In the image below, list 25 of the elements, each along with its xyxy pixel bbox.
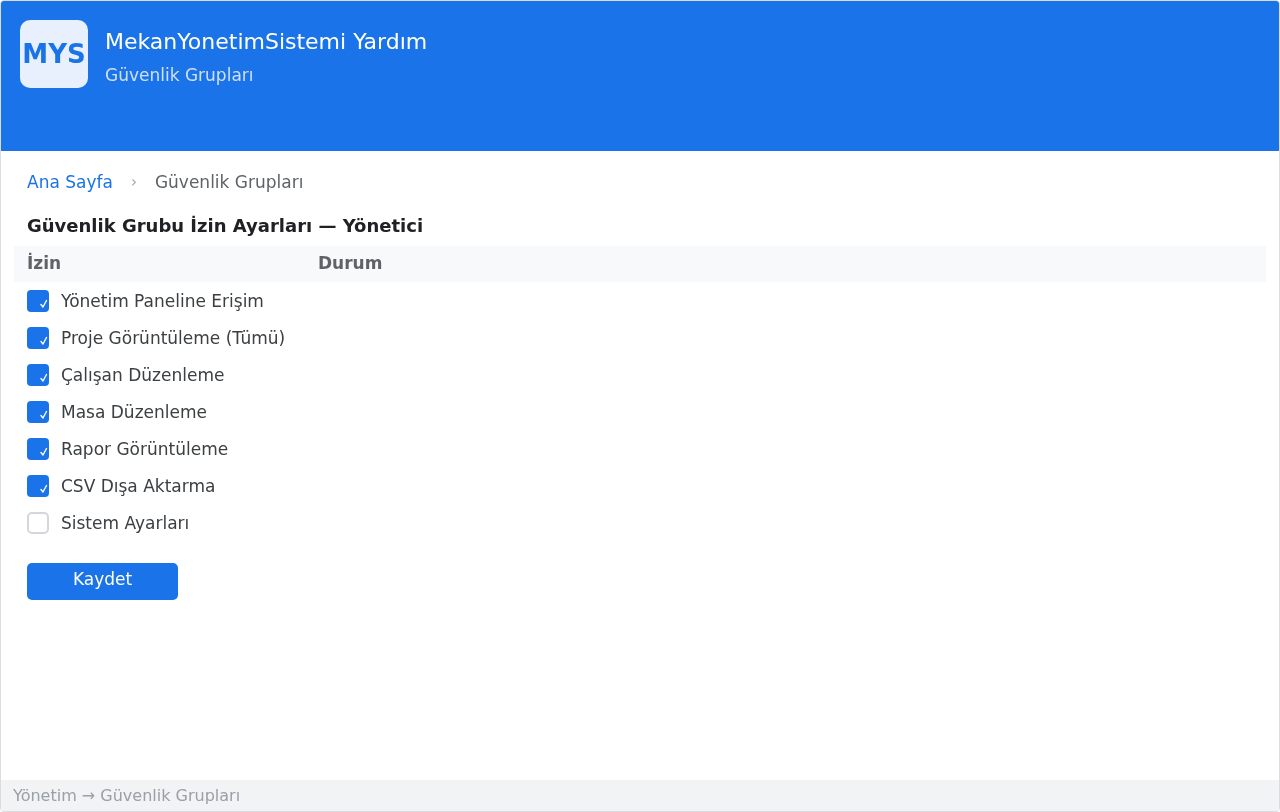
checkbox[interactable]: [27, 511, 49, 534]
permission-label: Proje Görüntüleme (Tümü): [61, 326, 286, 350]
status-text: Yönetim → Güvenlik Grupları: [13, 785, 241, 806]
column-header: İzin: [26, 251, 63, 276]
column-header: Durum: [318, 252, 383, 276]
permission-label: Masa Düzenleme: [61, 400, 207, 424]
checked-checkbox[interactable]: [27, 474, 49, 497]
checked-checkbox[interactable]: [27, 400, 49, 423]
page-subtitle: Güvenlik Grupları: [105, 64, 255, 87]
checked-checkbox[interactable]: [27, 289, 49, 312]
save-button[interactable]: Kaydet: [27, 563, 178, 600]
permission-label: Çalışan Düzenleme: [61, 363, 225, 387]
breadcrumb-separator: ›: [130, 172, 137, 193]
section-heading: Güvenlik Grubu İzin Ayarları — Yönetici: [26, 214, 425, 238]
checked-checkbox[interactable]: [27, 437, 49, 460]
app-title: MekanYonetimSistemi Yardım: [105, 28, 428, 56]
breadcrumb-current: Güvenlik Grupları: [154, 171, 304, 194]
permission-label: CSV Dışa Aktarma: [61, 474, 216, 498]
app-logo: MYS: [20, 20, 88, 88]
permission-label: Rapor Görüntüleme: [61, 437, 229, 461]
checked-checkbox[interactable]: [27, 326, 49, 349]
permission-label: Yönetim Paneline Erişim: [61, 289, 264, 313]
permission-label: Sistem Ayarları: [61, 511, 190, 535]
breadcrumb-link[interactable]: Ana Sayfa: [27, 170, 113, 194]
checked-checkbox[interactable]: [27, 363, 49, 386]
